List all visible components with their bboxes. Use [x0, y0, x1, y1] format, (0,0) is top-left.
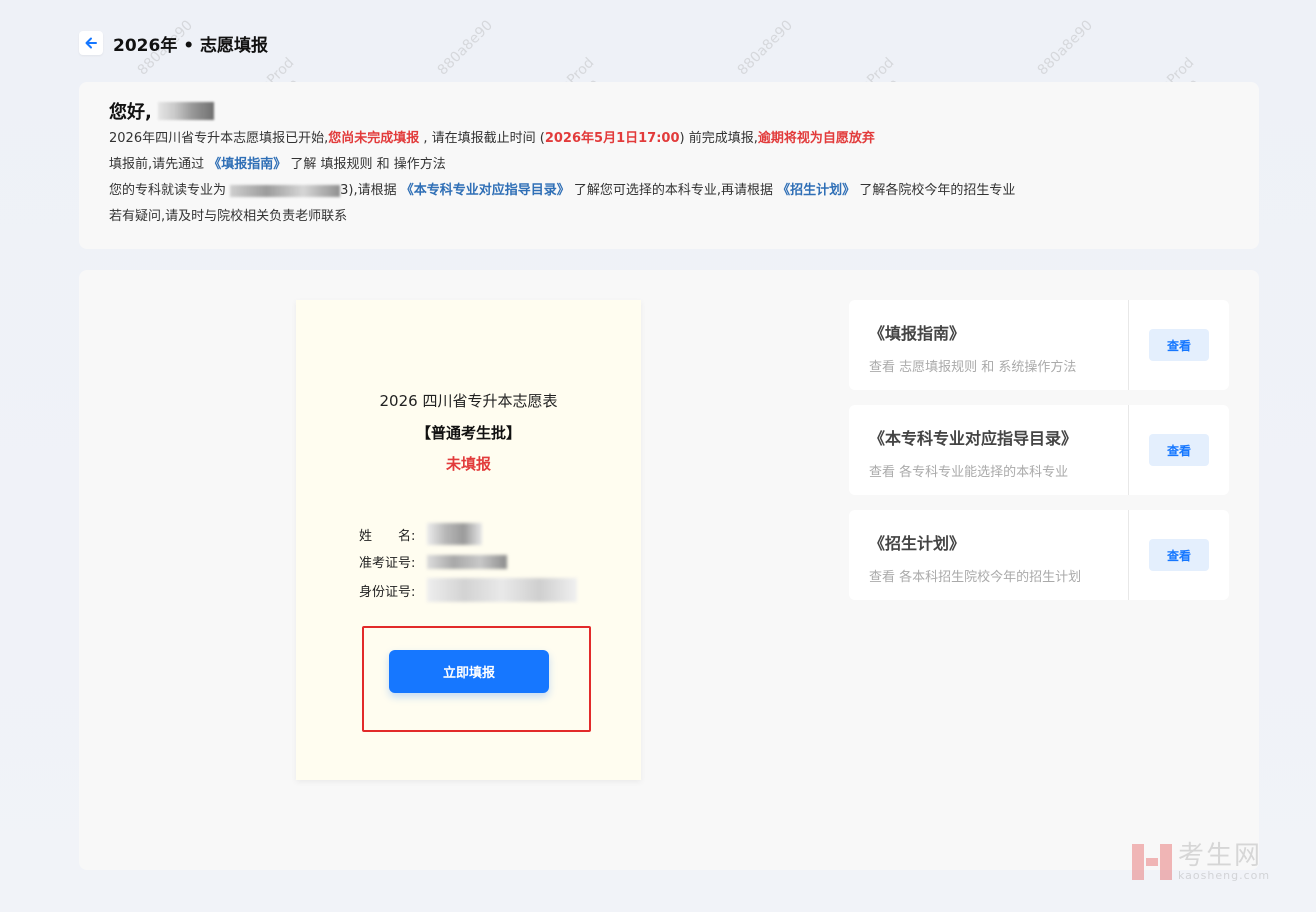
site-logo: 考生网 kaosheng.com	[1132, 842, 1270, 882]
guide-link[interactable]: 《填报指南》	[208, 157, 286, 172]
id-number-label: 身份证号:	[359, 584, 416, 600]
form-status: 未填报	[445, 455, 491, 473]
form-batch: 【普通考生批】	[415, 424, 521, 442]
greeting: 您好,	[109, 96, 1229, 126]
watermark-text: 880a8e90	[1034, 17, 1096, 79]
plan-link[interactable]: 《招生计划》	[777, 183, 855, 198]
id-number-row: 身份证号:	[359, 578, 577, 602]
resource-desc: 查看 志愿填报规则 和 系统操作方法	[869, 360, 1077, 375]
notice-line-4: 若有疑问,请及时与院校相关负责老师联系	[109, 209, 348, 224]
divider	[1128, 405, 1129, 495]
exam-number-row: 准考证号:	[359, 552, 507, 571]
page-title: 2026年 • 志愿填报	[113, 35, 269, 56]
view-catalog-button[interactable]: 查看	[1149, 434, 1209, 466]
name-redacted	[427, 523, 482, 545]
divider	[1128, 300, 1129, 390]
resource-desc: 查看 各专科专业能选择的本科专业	[869, 465, 1069, 480]
resource-card-guide: 《填报指南》 查看 志愿填报规则 和 系统操作方法 查看	[849, 300, 1229, 390]
catalog-link[interactable]: 《本专科专业对应指导目录》	[401, 183, 570, 198]
logo-domain: kaosheng.com	[1178, 869, 1271, 882]
resource-title: 《填报指南》	[869, 324, 966, 343]
form-title: 2026 四川省专升本志愿表	[379, 392, 558, 410]
application-form-card: 2026 四川省专升本志愿表 【普通考生批】 未填报 姓 名: 准考证号: 身份…	[296, 300, 641, 780]
watermark-text: 880a8e90	[434, 17, 496, 79]
logo-text: 考生网	[1178, 841, 1263, 871]
logo-mark-icon	[1132, 842, 1172, 882]
resource-title: 《招生计划》	[869, 534, 966, 553]
major-redacted	[230, 184, 341, 197]
fill-now-button[interactable]: 立即填报	[389, 650, 549, 693]
view-plan-button[interactable]: 查看	[1149, 539, 1209, 571]
notice-line-2: 填报前,请先通过 《填报指南》 了解 填报规则 和 操作方法	[109, 157, 446, 172]
notice-line-3: 您的专科就读专业为 3),请根据 《本专科专业对应指导目录》 了解您可选择的本科…	[109, 183, 1016, 198]
page-header: 2026年 • 志愿填报	[79, 30, 268, 56]
resource-card-catalog: 《本专科专业对应指导目录》 查看 各专科专业能选择的本科专业 查看	[849, 405, 1229, 495]
resource-title: 《本专科专业对应指导目录》	[869, 429, 1078, 448]
watermark-text: 880a8e90	[734, 17, 796, 79]
name-row: 姓 名:	[359, 523, 482, 545]
notice-line-1: 2026年四川省专升本志愿填报已开始,您尚未完成填报 , 请在填报截止时间 (2…	[109, 131, 875, 146]
id-number-redacted	[427, 578, 577, 602]
user-name-redacted	[157, 102, 214, 120]
view-guide-button[interactable]: 查看	[1149, 329, 1209, 361]
arrow-left-icon	[85, 37, 97, 49]
notice-panel: 您好, 2026年四川省专升本志愿填报已开始,您尚未完成填报 , 请在填报截止时…	[79, 82, 1259, 249]
resource-card-plan: 《招生计划》 查看 各本科招生院校今年的招生计划 查看	[849, 510, 1229, 600]
exam-number-redacted	[427, 554, 507, 569]
back-button[interactable]	[79, 31, 103, 55]
divider	[1128, 510, 1129, 600]
main-panel: 2026 四川省专升本志愿表 【普通考生批】 未填报 姓 名: 准考证号: 身份…	[79, 270, 1259, 870]
exam-number-label: 准考证号:	[359, 556, 416, 571]
name-label: 姓 名:	[359, 528, 416, 544]
resource-desc: 查看 各本科招生院校今年的招生计划	[869, 570, 1082, 585]
